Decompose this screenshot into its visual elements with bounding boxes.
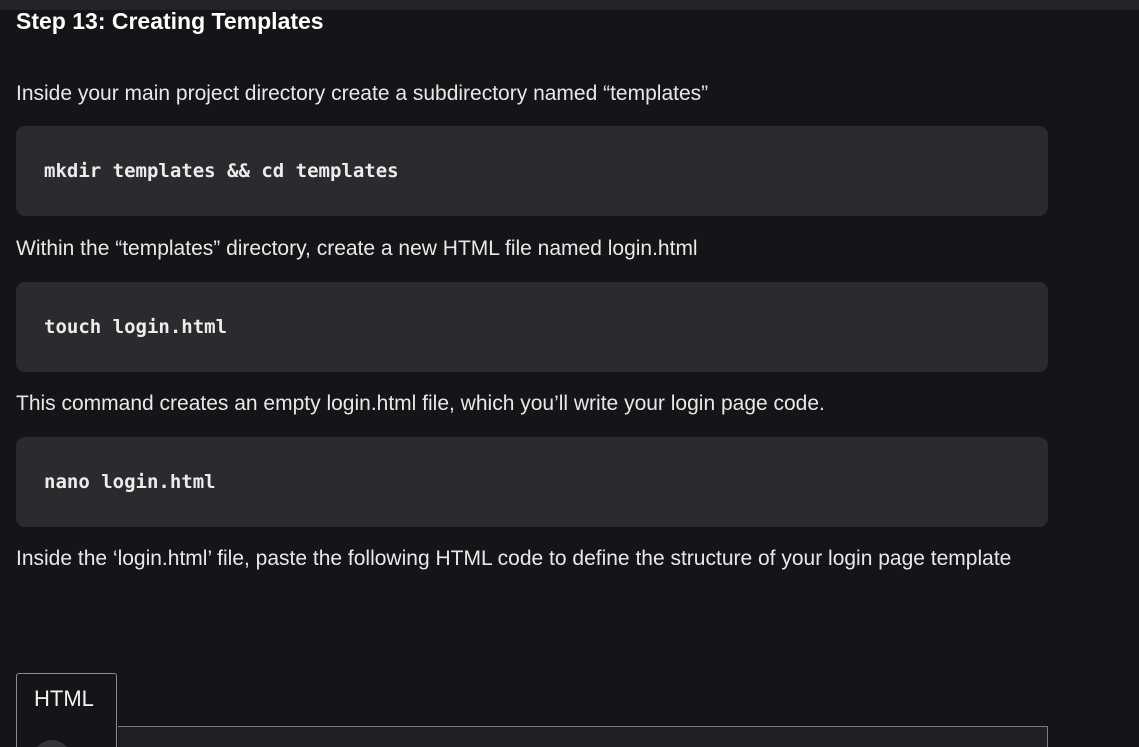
code-text: mkdir templates && cd templates xyxy=(44,160,399,182)
code-text: touch login.html xyxy=(44,316,228,338)
code-panel xyxy=(118,727,1048,747)
code-block-touch[interactable]: touch login.html xyxy=(16,282,1048,372)
code-block-mkdir[interactable]: mkdir templates && cd templates xyxy=(16,126,1048,216)
paragraph-create-file: Within the “templates” directory, create… xyxy=(16,237,698,260)
paragraph-command-description: This command creates an empty login.html… xyxy=(16,392,825,415)
code-text: nano login.html xyxy=(44,471,216,493)
section-heading: Step 13: Creating Templates xyxy=(16,8,324,34)
paragraph-create-directory: Inside your main project directory creat… xyxy=(16,82,709,105)
tab-html-label: HTML xyxy=(34,686,94,711)
code-block-nano[interactable]: nano login.html xyxy=(16,437,1048,527)
paragraph-paste-code: Inside the ‘login.html’ file, paste the … xyxy=(16,547,1012,570)
tab-html[interactable]: HTML xyxy=(16,673,117,747)
